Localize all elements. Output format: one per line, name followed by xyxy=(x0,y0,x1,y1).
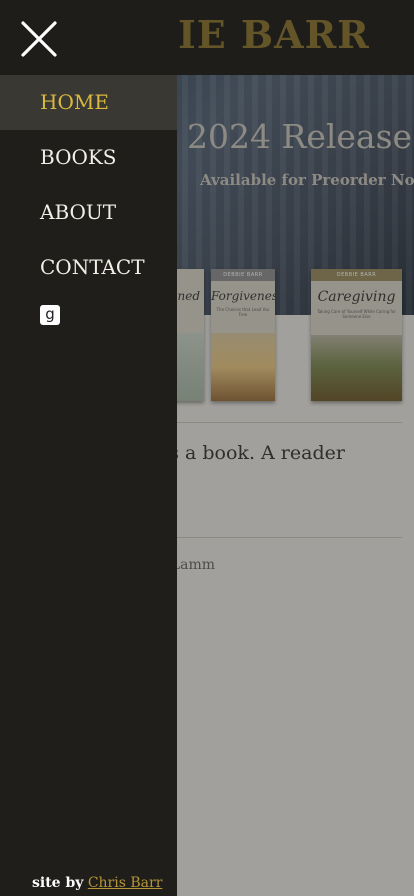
nav-item-books[interactable]: BOOKS xyxy=(0,130,177,185)
credit-prefix: site by xyxy=(32,875,84,891)
nav-drawer: HOME BOOKS ABOUT CONTACT g site by Chris… xyxy=(0,75,177,896)
nav-item-contact[interactable]: CONTACT xyxy=(0,240,177,295)
credit-link[interactable]: Chris Barr xyxy=(88,875,163,891)
nav-item-about[interactable]: ABOUT xyxy=(0,185,177,240)
close-icon[interactable] xyxy=(18,18,60,60)
nav-item-home[interactable]: HOME xyxy=(0,75,177,130)
goodreads-icon[interactable]: g xyxy=(40,305,60,325)
site-credit: site by Chris Barr xyxy=(32,875,162,891)
